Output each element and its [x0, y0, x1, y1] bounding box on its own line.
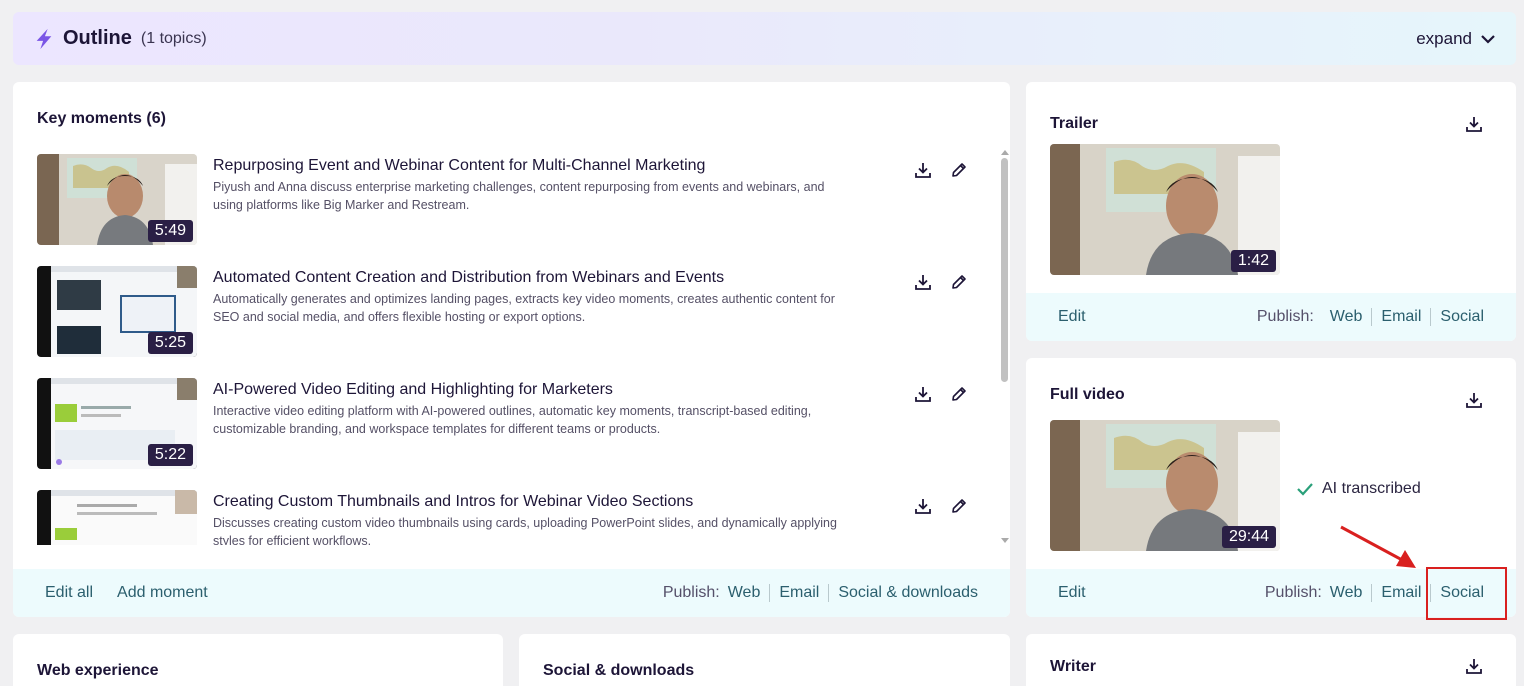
- annotation-highlight-box: [1426, 567, 1507, 620]
- annotation-arrow-icon: [1340, 525, 1416, 568]
